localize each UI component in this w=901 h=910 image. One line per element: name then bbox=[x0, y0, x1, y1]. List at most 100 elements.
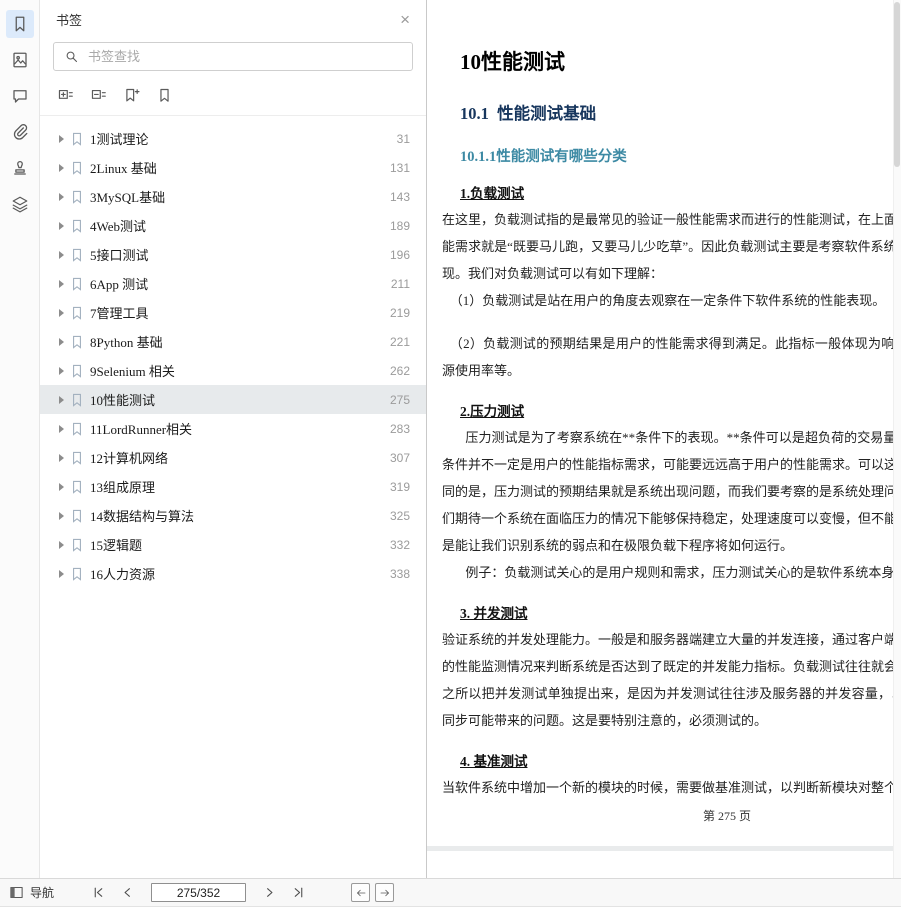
document-area[interactable]: 10性能测试 10.1 性能测试基础 10.1.1性能测试有哪些分类 1.负载测… bbox=[427, 0, 901, 878]
chevron-right-icon[interactable] bbox=[59, 135, 64, 143]
first-page-button[interactable] bbox=[87, 882, 110, 904]
stamps-panel-button[interactable] bbox=[6, 154, 34, 182]
arrow-right-icon bbox=[379, 887, 391, 899]
navigation-label: 导航 bbox=[30, 884, 54, 901]
bookmark-item[interactable]: 8Python 基础 221 bbox=[40, 327, 426, 356]
chevron-right-icon[interactable] bbox=[59, 454, 64, 462]
previous-view-button[interactable] bbox=[351, 883, 370, 902]
doc-paragraph: 当软件系统中增加一个新的模块的时候，需要做基准测试，以判断新模块对整个软件系统的… bbox=[442, 774, 901, 801]
chevron-right-icon[interactable] bbox=[59, 541, 64, 549]
chevron-right-icon[interactable] bbox=[59, 570, 64, 578]
chevron-right-icon[interactable] bbox=[59, 512, 64, 520]
bookmark-label: 15逻辑题 bbox=[90, 535, 390, 554]
doc-section-heading: 3. 并发测试 bbox=[460, 602, 901, 622]
previous-page-button[interactable] bbox=[116, 882, 139, 904]
bookmark-flag-button[interactable] bbox=[154, 85, 174, 105]
collapse-all-button[interactable] bbox=[88, 85, 108, 105]
bookmark-page-number: 31 bbox=[397, 132, 410, 146]
scrollbar-thumb[interactable] bbox=[894, 2, 900, 167]
chevron-right-icon[interactable] bbox=[59, 251, 64, 259]
expand-all-button[interactable] bbox=[55, 85, 75, 105]
chevron-right-icon[interactable] bbox=[59, 338, 64, 346]
bookmark-page-number: 307 bbox=[390, 451, 410, 465]
bookmark-item[interactable]: 4Web测试 189 bbox=[40, 211, 426, 240]
add-bookmark-button[interactable] bbox=[121, 85, 141, 105]
bookmark-item[interactable]: 13组成原理 319 bbox=[40, 472, 426, 501]
bookmark-item[interactable]: 9Selenium 相关 262 bbox=[40, 356, 426, 385]
chevron-right-icon[interactable] bbox=[59, 396, 64, 404]
bookmark-page-number: 189 bbox=[390, 219, 410, 233]
bookmark-item[interactable]: 3MySQL基础 143 bbox=[40, 182, 426, 211]
bookmark-item[interactable]: 7管理工具 219 bbox=[40, 298, 426, 327]
scrollbar[interactable] bbox=[893, 0, 901, 878]
bookmark-page-number: 325 bbox=[390, 509, 410, 523]
bookmark-item[interactable]: 11LordRunner相关 283 bbox=[40, 414, 426, 443]
chevron-right-icon[interactable] bbox=[59, 483, 64, 491]
bookmark-item[interactable]: 16人力资源 338 bbox=[40, 559, 426, 588]
bookmark-page-icon bbox=[71, 393, 83, 407]
chevron-left-icon bbox=[121, 886, 134, 899]
panel-title: 书签 bbox=[56, 10, 82, 29]
next-view-button[interactable] bbox=[375, 883, 394, 902]
bookmark-page-number: 211 bbox=[391, 277, 410, 291]
close-icon[interactable]: × bbox=[400, 11, 410, 28]
bookmark-label: 2Linux 基础 bbox=[90, 158, 390, 177]
bookmarks-panel-header: 书签 × bbox=[40, 0, 426, 38]
page-number-input[interactable] bbox=[151, 883, 246, 902]
thumbnails-panel-button[interactable] bbox=[6, 46, 34, 74]
bookmark-label: 8Python 基础 bbox=[90, 332, 390, 351]
chevron-right-icon[interactable] bbox=[59, 164, 64, 172]
bookmark-page-icon bbox=[71, 567, 83, 581]
bookmark-search-box[interactable] bbox=[53, 42, 413, 71]
last-page-icon bbox=[292, 886, 305, 899]
chevron-right-icon[interactable] bbox=[59, 222, 64, 230]
bookmark-page-number: 338 bbox=[390, 567, 410, 581]
bookmark-item[interactable]: 5接口测试 196 bbox=[40, 240, 426, 269]
comments-panel-button[interactable] bbox=[6, 82, 34, 110]
layers-panel-button[interactable] bbox=[6, 190, 34, 218]
bookmark-page-number: 196 bbox=[390, 248, 410, 262]
next-page-button[interactable] bbox=[258, 882, 281, 904]
bookmark-label: 5接口测试 bbox=[90, 245, 390, 264]
bookmark-item[interactable]: 6App 测试 211 bbox=[40, 269, 426, 298]
bookmark-page-number: 283 bbox=[390, 422, 410, 436]
bookmark-page-icon bbox=[71, 190, 83, 204]
last-page-button[interactable] bbox=[287, 882, 310, 904]
bookmark-label: 11LordRunner相关 bbox=[90, 419, 390, 438]
bookmark-page-icon bbox=[71, 480, 83, 494]
chevron-right-icon[interactable] bbox=[59, 193, 64, 201]
doc-paragraph: 在这里，负载测试指的是最常见的验证一般性能需求而进行的性能测试，在上面我们提到了… bbox=[442, 206, 901, 287]
bookmark-label: 6App 测试 bbox=[90, 274, 391, 293]
pdf-reader-app: 书签 × bbox=[0, 0, 901, 910]
bookmark-label: 10性能测试 bbox=[90, 390, 390, 409]
bookmark-page-icon bbox=[71, 364, 83, 378]
chevron-right-icon[interactable] bbox=[59, 367, 64, 375]
bookmark-item[interactable]: 12计算机网络 307 bbox=[40, 443, 426, 472]
attachment-icon bbox=[11, 123, 29, 141]
thumbnails-icon bbox=[11, 51, 29, 69]
bookmark-label: 14数据结构与算法 bbox=[90, 506, 390, 525]
bookmark-item[interactable]: 10性能测试 275 bbox=[40, 385, 426, 414]
chevron-right-icon[interactable] bbox=[59, 309, 64, 317]
bookmark-item[interactable]: 14数据结构与算法 325 bbox=[40, 501, 426, 530]
bookmark-page-icon bbox=[71, 277, 83, 291]
left-toolbar bbox=[0, 0, 40, 878]
attachments-panel-button[interactable] bbox=[6, 118, 34, 146]
bookmark-item[interactable]: 15逻辑题 332 bbox=[40, 530, 426, 559]
bookmark-flag-icon bbox=[156, 87, 173, 104]
chevron-right-icon[interactable] bbox=[59, 425, 64, 433]
bookmark-item[interactable]: 2Linux 基础 131 bbox=[40, 153, 426, 182]
bookmark-item[interactable]: 1测试理论 31 bbox=[40, 124, 426, 153]
comment-icon bbox=[11, 87, 29, 105]
bookmark-page-icon bbox=[71, 306, 83, 320]
bookmark-label: 7管理工具 bbox=[90, 303, 390, 322]
pdf-page-276 bbox=[427, 851, 901, 878]
doc-paragraph: 验证系统的并发处理能力。一般是和服务器端建立大量的并发连接，通过客户端的响应时间… bbox=[442, 626, 901, 734]
doc-paragraph: 例子：负载测试关心的是用户规则和需求，压力测试关心的是软件系统本身。 bbox=[442, 559, 901, 586]
bookmark-search-input[interactable] bbox=[88, 49, 402, 64]
doc-paragraph: （2）负载测试的预期结果是用户的性能需求得到满足。此指标一般体现为响应时间、交易… bbox=[442, 330, 901, 384]
chevron-right-icon[interactable] bbox=[59, 280, 64, 288]
navigation-panel-toggle[interactable]: 导航 bbox=[9, 884, 54, 901]
bookmark-page-icon bbox=[71, 422, 83, 436]
bookmarks-panel-button[interactable] bbox=[6, 10, 34, 38]
